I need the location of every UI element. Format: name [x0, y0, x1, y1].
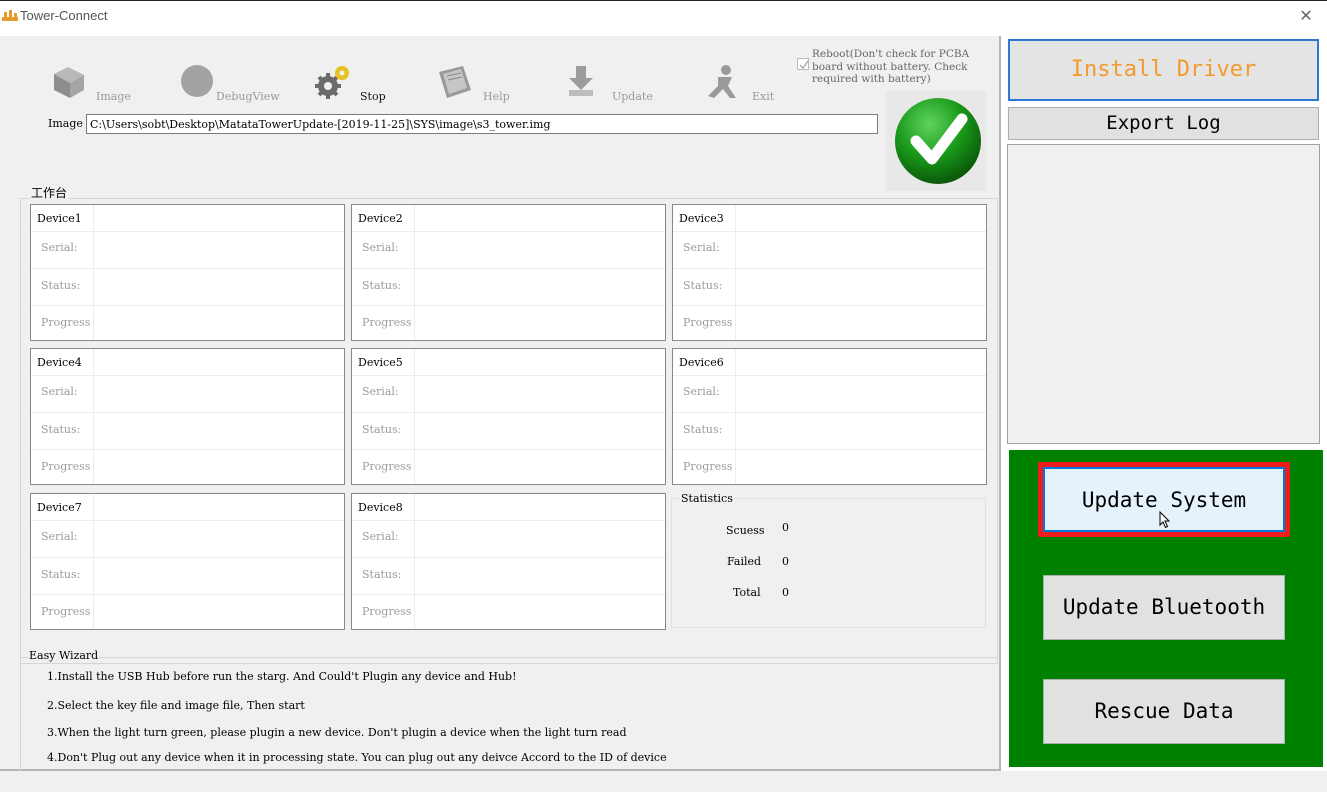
device-name: Device1 — [37, 212, 82, 225]
failed-label: Failed — [727, 555, 762, 568]
checkmark-icon — [799, 60, 809, 70]
success-label: Scuess — [726, 524, 765, 537]
device-name: Device6 — [679, 356, 724, 369]
left-pane: Image DebugView Stop Help Update Exit Re… — [0, 36, 1001, 775]
download-icon — [569, 66, 593, 96]
image-path-input[interactable] — [86, 114, 878, 134]
success-count: 0 — [782, 521, 789, 534]
status-label: Status: — [683, 423, 723, 436]
device-name: Device2 — [358, 212, 403, 225]
status-label: Status: — [362, 423, 402, 436]
status-label: Status: — [41, 423, 81, 436]
close-button[interactable]: ✕ — [1291, 4, 1321, 28]
device-name: Device3 — [679, 212, 724, 225]
statistics-group — [671, 498, 986, 628]
device-panel-3: Device3 Serial: Status: Progress — [672, 204, 987, 341]
device-name: Device7 — [37, 501, 82, 514]
device-panel-1: Device1 Serial: Status: Progress — [30, 204, 345, 341]
reboot-label: Reboot(Don't check for PCBA board withou… — [812, 48, 970, 85]
app-icon — [2, 10, 18, 21]
workbench-label: 工作台 — [30, 184, 69, 201]
serial-label: Serial: — [362, 241, 399, 254]
export-log-button[interactable]: Export Log — [1008, 107, 1319, 140]
progress-label: Progress — [362, 460, 412, 473]
debugview-tool-button[interactable]: DebugView — [180, 54, 290, 106]
update-tool-button[interactable]: Update — [566, 54, 656, 106]
progress-label: Progress — [41, 605, 91, 618]
total-count: 0 — [782, 586, 789, 599]
running-person-icon — [708, 65, 736, 98]
serial-label: Serial: — [683, 385, 720, 398]
wizard-step-4: 4.Don't Plug out any device when it in p… — [47, 751, 667, 764]
progress-label: Progress — [683, 460, 733, 473]
serial-label: Serial: — [362, 385, 399, 398]
close-icon: ✕ — [1299, 6, 1313, 25]
device-name: Device5 — [358, 356, 403, 369]
device-panel-4: Device4 Serial: Status: Progress — [30, 348, 345, 485]
device-panel-7: Device7 Serial: Status: Progress — [30, 493, 345, 630]
update-bluetooth-button[interactable]: Update Bluetooth — [1043, 575, 1285, 640]
status-label: Status: — [41, 279, 81, 292]
image-tool-label: Image — [96, 90, 131, 103]
wizard-step-3: 3.When the light turn green, please plug… — [47, 726, 627, 739]
gears-icon — [315, 66, 349, 99]
help-tool-label: Help — [483, 90, 510, 103]
window-title: Tower-Connect — [20, 8, 108, 23]
title-bar: Tower-Connect ✕ — [0, 0, 1327, 30]
image-tool-button[interactable]: Image — [50, 54, 140, 106]
status-label: Status: — [683, 279, 723, 292]
update-tool-label: Update — [612, 90, 653, 103]
wizard-step-1: 1.Install the USB Hub before run the sta… — [47, 670, 517, 683]
log-output[interactable] — [1007, 144, 1320, 444]
help-tool-button[interactable]: Help — [437, 54, 517, 106]
reboot-checkbox[interactable] — [797, 58, 809, 70]
action-panel: Update System Update Bluetooth Rescue Da… — [1009, 450, 1323, 767]
failed-count: 0 — [782, 555, 789, 568]
mouse-cursor-icon — [1159, 511, 1171, 529]
statistics-label: Statistics — [680, 492, 734, 505]
stop-tool-button[interactable]: Stop — [314, 54, 404, 106]
device-panel-2: Device2 Serial: Status: Progress — [351, 204, 666, 341]
progress-label: Progress — [362, 605, 412, 618]
exit-tool-button[interactable]: Exit — [706, 54, 786, 106]
serial-label: Serial: — [41, 530, 78, 543]
circle-icon — [181, 65, 213, 97]
progress-label: Progress — [41, 460, 91, 473]
right-pane: Install Driver Export Log Update System … — [1006, 36, 1327, 771]
exit-tool-label: Exit — [752, 90, 775, 103]
debugview-tool-label: DebugView — [216, 90, 280, 103]
serial-label: Serial: — [41, 385, 78, 398]
install-driver-button[interactable]: Install Driver — [1008, 39, 1319, 101]
status-label: Status: — [362, 568, 402, 581]
serial-label: Serial: — [41, 241, 78, 254]
book-icon — [439, 66, 471, 98]
device-name: Device8 — [358, 501, 403, 514]
status-label: Status: — [41, 568, 81, 581]
progress-label: Progress — [683, 316, 733, 329]
stop-tool-label: Stop — [360, 90, 386, 103]
total-label: Total — [733, 586, 761, 599]
wizard-step-2: 2.Select the key file and image file, Th… — [47, 699, 305, 712]
status-strip — [0, 771, 1327, 792]
cube-icon — [54, 67, 84, 98]
progress-label: Progress — [41, 316, 91, 329]
device-panel-5: Device5 Serial: Status: Progress — [351, 348, 666, 485]
device-panel-8: Device8 Serial: Status: Progress — [351, 493, 666, 630]
status-indicator — [886, 91, 986, 191]
device-name: Device4 — [37, 356, 82, 369]
serial-label: Serial: — [683, 241, 720, 254]
rescue-data-button[interactable]: Rescue Data — [1043, 679, 1285, 744]
easy-wizard-label: Easy Wizard — [28, 649, 100, 662]
image-path-label: Image — [48, 117, 83, 130]
status-label: Status: — [362, 279, 402, 292]
green-check-icon — [895, 98, 981, 184]
progress-label: Progress — [362, 316, 412, 329]
serial-label: Serial: — [362, 530, 399, 543]
device-panel-6: Device6 Serial: Status: Progress — [672, 348, 987, 485]
